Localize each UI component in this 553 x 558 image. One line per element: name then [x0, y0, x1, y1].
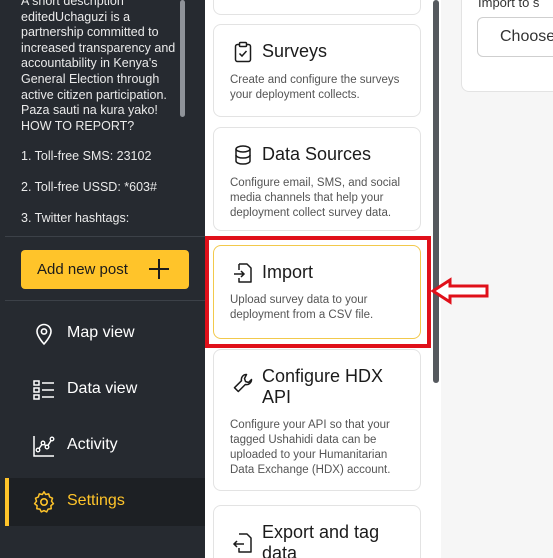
- card-title: Data Sources: [262, 144, 372, 164]
- annotation-highlight-box: [205, 236, 431, 348]
- wrench-icon: [233, 373, 253, 393]
- database-icon: [235, 145, 251, 165]
- description-sms: 1. Toll-free SMS: 23102: [21, 149, 152, 164]
- activity-chart-icon: [33, 436, 55, 457]
- import-panel: Import to s Choose: [461, 0, 553, 92]
- settings-list-scrollbar[interactable]: [433, 0, 439, 383]
- deployment-description: A short description editedUchaguzi is a …: [21, 0, 181, 226]
- sidebar-item-settings[interactable]: Settings: [5, 478, 205, 526]
- file-export-icon: [232, 533, 252, 553]
- sidebar-item-activity[interactable]: Activity: [5, 422, 205, 470]
- data-list-icon: [33, 380, 54, 400]
- card-title: Configure HDX API: [262, 366, 384, 407]
- gear-icon: [33, 491, 55, 513]
- description-ussd: 2. Toll-free USSD: *603#: [21, 179, 157, 194]
- settings-card-surveys[interactable]: Surveys Create and configure the surveys…: [213, 24, 421, 117]
- sidebar-item-map-view[interactable]: Map view: [5, 310, 205, 358]
- import-label: Import to s: [478, 0, 540, 10]
- clipboard-icon: [234, 41, 252, 63]
- sidebar-divider: [5, 300, 205, 301]
- sidebar-item-label: Settings: [67, 492, 125, 509]
- map-pin-icon: [36, 323, 52, 346]
- sidebar: A short description editedUchaguzi is a …: [0, 0, 205, 558]
- sidebar-item-label: Activity: [67, 436, 118, 453]
- description-twitter: 3. Twitter hashtags:: [21, 210, 130, 225]
- settings-card-configure-hdx-api[interactable]: Configure HDX API Configure your API so …: [213, 349, 421, 491]
- card-description: Create and configure the surveys your de…: [230, 74, 400, 101]
- settings-card-previous[interactable]: [213, 0, 421, 15]
- sidebar-item-label: Data view: [67, 380, 138, 397]
- card-title: Surveys: [262, 41, 328, 61]
- card-description: Configure email, SMS, and social media c…: [230, 177, 401, 219]
- description-text: A short description editedUchaguzi is a …: [21, 0, 176, 133]
- settings-card-data-sources[interactable]: Data Sources Configure email, SMS, and s…: [213, 127, 421, 231]
- sidebar-item-label: Map view: [67, 324, 135, 341]
- add-post-label: Add new post: [37, 261, 128, 278]
- card-description: Configure your API so that your tagged U…: [230, 419, 391, 476]
- description-scrollbar[interactable]: [180, 0, 185, 117]
- sidebar-item-data-view[interactable]: Data view: [5, 366, 205, 414]
- add-new-post-button[interactable]: Add new post: [21, 250, 189, 289]
- plus-icon: [149, 259, 169, 279]
- annotation-arrow-icon: [430, 277, 489, 305]
- choose-file-button[interactable]: Choose: [477, 17, 553, 57]
- sidebar-divider: [5, 236, 205, 237]
- settings-card-export-and-tag-data[interactable]: Export and tag data: [213, 505, 421, 558]
- card-title: Export and tag data: [262, 522, 380, 558]
